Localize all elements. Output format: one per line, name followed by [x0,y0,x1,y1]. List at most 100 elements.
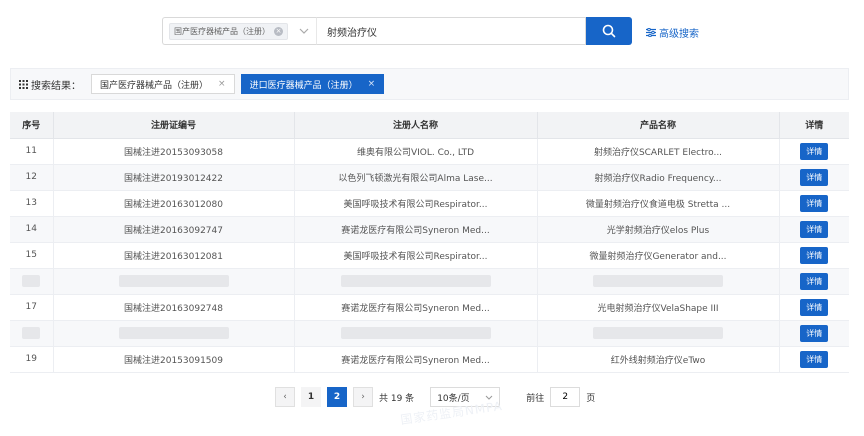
redacted-placeholder [593,275,723,287]
cell-reg-number: 国械注进20163012081 [52,242,294,269]
detail-button[interactable]: 详情 [800,142,829,160]
table-row: 详情 [10,268,849,295]
cell-index: 11 [10,138,53,165]
cell-detail: 详情 [778,294,849,321]
cell-index: 14 [10,216,53,243]
cell-detail: 详情 [778,190,849,217]
cell-registrant: 维奥有限公司VIOL. Co., LTD [293,138,537,165]
detail-button[interactable]: 详情 [800,350,829,368]
close-icon[interactable]: × [274,26,283,36]
chevron-right-icon: › [361,392,365,402]
cell-product: 微量射频治疗仪食道电极 Stretta ... [536,190,779,217]
table-row: 17 国械注进20163092748 赛诺龙医疗有限公司Syneron Med...… [10,294,849,321]
chevron-down-icon[interactable] [298,25,310,37]
header-reg-number: 注册证编号 [52,112,294,139]
cell-registrant: 美国呼吸技术有限公司Respirator... [293,242,537,269]
cell-index: 13 [10,190,53,217]
advanced-search-link[interactable]: 高级搜索 [646,25,699,40]
result-tab-label: 进口医疗器械产品（注册） [249,80,358,91]
detail-button[interactable]: 详情 [800,168,829,186]
redacted-placeholder [22,327,41,339]
cell-registrant: 美国呼吸技术有限公司Respirator... [293,190,537,217]
close-icon[interactable]: × [218,79,226,89]
cell-product: 射频治疗仪Radio Frequency... [536,164,779,191]
goto-label: 前往 [526,393,545,404]
cell-index: 19 [10,346,53,373]
cell-registrant [293,320,537,347]
table-row: 11 国械注进20153093058 维奥有限公司VIOL. Co., LTD 射频治… [10,138,849,165]
detail-button[interactable]: 详情 [800,246,829,264]
results-table: 序号 注册证编号 注册人名称 产品名称 详情 11 国械注进20153093058… [10,112,849,373]
cell-registrant: 赛诺龙医疗有限公司Syneron Med... [293,294,537,321]
cell-reg-number: 国械注进20193012422 [52,164,294,191]
table-row: 详情 [10,320,849,347]
cell-reg-number: 国械注进20163012080 [52,190,294,217]
search-bar: 国产医疗器械产品（注册） × [162,17,632,45]
cell-registrant: 赛诺龙医疗有限公司Syneron Med... [293,346,537,373]
detail-button[interactable]: 详情 [800,324,829,342]
category-select[interactable]: 国产医疗器械产品（注册） × [162,17,316,45]
result-tab-domestic[interactable]: 国产医疗器械产品（注册） × [91,74,235,94]
prev-page-button[interactable]: ‹ [275,387,295,407]
redacted-placeholder [22,275,41,287]
table-header-row: 序号 注册证编号 注册人名称 产品名称 详情 [10,112,849,139]
redacted-placeholder [593,327,723,339]
total-count: 共 19 条 [379,393,415,404]
cell-product [536,320,779,347]
detail-button[interactable]: 详情 [800,272,829,290]
cell-index: 15 [10,242,53,269]
table-row: 12 国械注进20193012422 以色列飞顿激光有限公司Alma Lase...… [10,164,849,191]
cell-detail: 详情 [778,242,849,269]
redacted-placeholder [340,327,491,339]
table-row: 13 国械注进20163012080 美国呼吸技术有限公司Respirator...… [10,190,849,217]
cell-registrant: 赛诺龙医疗有限公司Syneron Med... [293,216,537,243]
redacted-placeholder [340,275,491,287]
search-button[interactable] [586,17,632,45]
cell-product [536,268,779,295]
search-icon [602,24,616,38]
result-tab-label: 国产医疗器械产品（注册） [100,80,209,91]
filter-icon [646,28,656,37]
cell-product: 红外线射频治疗仪eTwo [536,346,779,373]
table-row: 14 国械注进20163092747 赛诺龙医疗有限公司Syneron Med...… [10,216,849,243]
header-registrant: 注册人名称 [293,112,537,139]
redacted-placeholder [118,327,229,339]
cell-detail: 详情 [778,216,849,243]
redacted-placeholder [118,275,229,287]
goto-page-input[interactable] [550,387,581,407]
cell-product: 射频治疗仪SCARLET Electro... [536,138,779,165]
detail-button[interactable]: 详情 [800,194,829,212]
next-page-button[interactable]: › [353,387,373,407]
chevron-left-icon: ‹ [283,392,287,402]
result-tab-imported[interactable]: 进口医疗器械产品（注册） × [240,74,385,94]
cell-reg-number [52,320,294,347]
detail-button[interactable]: 详情 [800,298,829,316]
cell-index: 12 [10,164,53,191]
cell-registrant: 以色列飞顿激光有限公司Alma Lase... [293,164,537,191]
results-label: 搜索结果： [19,77,81,92]
header-detail: 详情 [778,112,849,139]
header-product: 产品名称 [536,112,779,139]
close-icon[interactable]: × [368,79,376,89]
search-input[interactable] [316,17,586,45]
cell-reg-number: 国械注进20163092748 [52,294,294,321]
cell-registrant [293,268,537,295]
header-index: 序号 [10,112,53,139]
goto-suffix: 页 [586,393,596,404]
category-tag: 国产医疗器械产品（注册） × [169,22,288,40]
cell-detail: 详情 [778,268,849,295]
cell-reg-number: 国械注进20153093058 [52,138,294,165]
cell-detail: 详情 [778,320,849,347]
advanced-search-label: 高级搜索 [659,29,699,40]
cell-detail: 详情 [778,138,849,165]
cell-index [10,320,53,347]
cell-product: 微量射频治疗仪Generator and... [536,242,779,269]
results-label-text: 搜索结果： [31,80,81,92]
grid-icon [19,79,28,89]
detail-button[interactable]: 详情 [800,220,829,238]
table-row: 19 国械注进20153091509 赛诺龙医疗有限公司Syneron Med...… [10,346,849,373]
cell-detail: 详情 [778,164,849,191]
page-button-2[interactable]: 2 [327,387,347,407]
page-button-1[interactable]: 1 [301,387,321,407]
cell-reg-number: 国械注进20153091509 [52,346,294,373]
